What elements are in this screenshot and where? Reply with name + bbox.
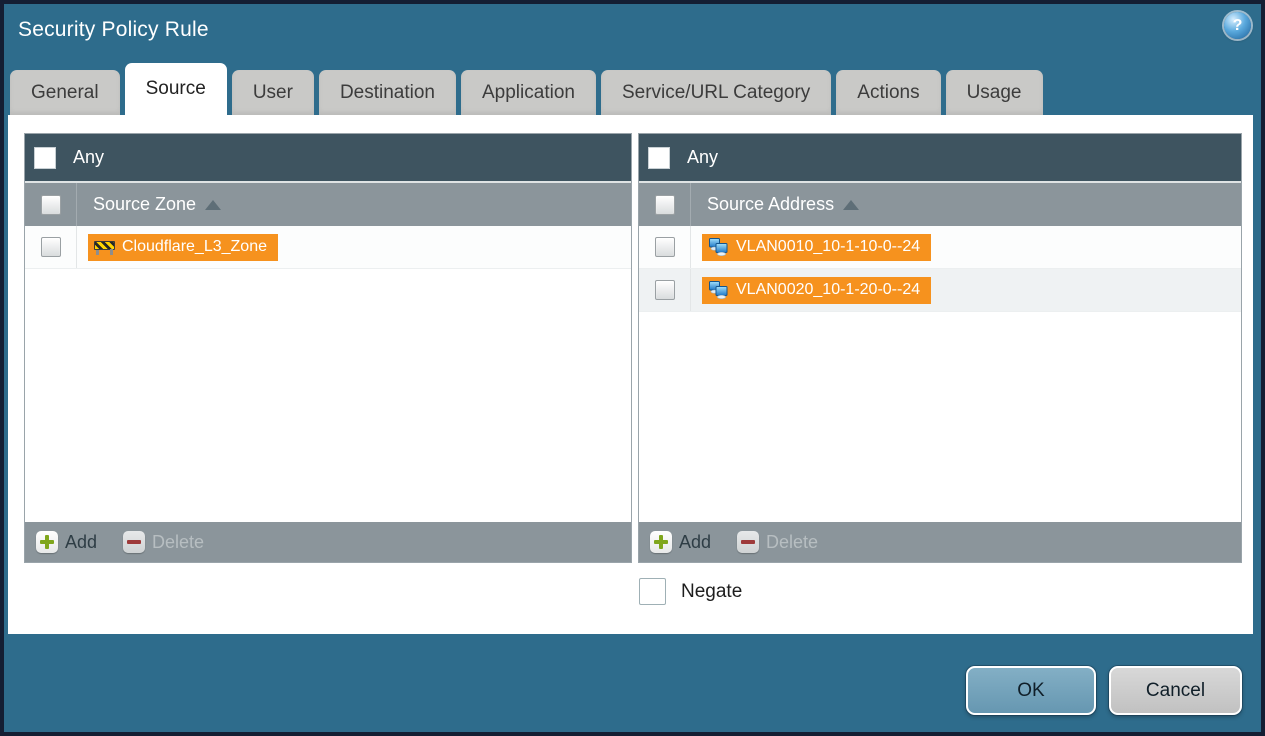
source-address-column-title[interactable]: Source Address bbox=[707, 194, 834, 215]
negate-label: Negate bbox=[681, 580, 743, 602]
source-zone-column-header: Source Zone bbox=[25, 181, 631, 226]
tab-actions[interactable]: Actions bbox=[836, 70, 941, 115]
negate-checkbox[interactable] bbox=[639, 578, 666, 605]
source-zone-add-button[interactable]: Add bbox=[36, 531, 97, 553]
ok-button[interactable]: OK bbox=[966, 666, 1096, 715]
source-zone-row: Cloudflare_L3_Zone bbox=[25, 226, 631, 269]
source-address-item-label: VLAN0020_10-1-20-0--24 bbox=[736, 281, 921, 298]
minus-icon bbox=[737, 531, 760, 553]
source-zone-item-label: Cloudflare_L3_Zone bbox=[122, 238, 267, 255]
source-address-select-all-checkbox[interactable] bbox=[654, 194, 675, 215]
security-policy-rule-dialog: Security Policy Rule ? General Source Us… bbox=[0, 0, 1265, 736]
source-zone-delete-button[interactable]: Delete bbox=[123, 531, 204, 553]
tab-service-url-category[interactable]: Service/URL Category bbox=[600, 70, 832, 115]
source-address-item[interactable]: VLAN0010_10-1-10-0--24 bbox=[702, 233, 932, 261]
dialog-window: Security Policy Rule ? General Source Us… bbox=[4, 4, 1261, 732]
source-zone-footer: Add Delete bbox=[25, 522, 631, 562]
source-address-delete-button[interactable]: Delete bbox=[737, 531, 818, 553]
source-address-row: VLAN0020_10-1-20-0--24 bbox=[639, 269, 1241, 312]
source-tab-content: Any Source Zone Cloudflare_L3_Zone Add D… bbox=[8, 115, 1253, 634]
source-zone-panel: Any Source Zone Cloudflare_L3_Zone Add D… bbox=[24, 133, 632, 563]
dialog-title: Security Policy Rule bbox=[18, 18, 209, 41]
tab-general[interactable]: General bbox=[10, 70, 120, 115]
source-address-footer: Add Delete bbox=[639, 522, 1241, 562]
source-zone-column-title[interactable]: Source Zone bbox=[93, 194, 196, 215]
source-address-panel: Any Source Address VLAN0010_10-1-10-0--2… bbox=[638, 133, 1242, 563]
negate-row: Negate bbox=[639, 578, 742, 605]
source-zone-list: Cloudflare_L3_Zone bbox=[25, 226, 631, 522]
source-zone-row-checkbox[interactable] bbox=[40, 237, 61, 257]
source-address-column-header: Source Address bbox=[639, 181, 1241, 226]
tab-application[interactable]: Application bbox=[461, 70, 596, 115]
plus-icon bbox=[650, 531, 672, 553]
address-icon bbox=[709, 281, 728, 299]
source-address-list: VLAN0010_10-1-10-0--24 VLAN0020_10-1-20-… bbox=[639, 226, 1241, 522]
source-address-any-checkbox[interactable] bbox=[648, 146, 670, 169]
cancel-button[interactable]: Cancel bbox=[1109, 666, 1242, 715]
source-address-any-label: Any bbox=[687, 147, 719, 167]
source-zone-any-checkbox[interactable] bbox=[34, 146, 56, 169]
source-address-item[interactable]: VLAN0020_10-1-20-0--24 bbox=[702, 276, 932, 304]
source-address-add-button[interactable]: Add bbox=[650, 531, 711, 553]
tab-bar: General Source User Destination Applicat… bbox=[10, 63, 1043, 115]
address-icon bbox=[709, 238, 728, 256]
source-address-item-label: VLAN0010_10-1-10-0--24 bbox=[736, 238, 921, 255]
minus-icon bbox=[123, 531, 146, 553]
source-zone-select-all-checkbox[interactable] bbox=[40, 194, 61, 215]
source-address-row-checkbox[interactable] bbox=[654, 280, 675, 300]
help-icon[interactable]: ? bbox=[1224, 12, 1251, 39]
sort-ascending-icon[interactable] bbox=[205, 199, 222, 210]
tab-usage[interactable]: Usage bbox=[945, 70, 1043, 115]
tab-destination[interactable]: Destination bbox=[318, 70, 456, 115]
source-address-row-checkbox[interactable] bbox=[654, 237, 675, 257]
zone-icon bbox=[94, 240, 115, 255]
source-zone-item[interactable]: Cloudflare_L3_Zone bbox=[88, 233, 278, 261]
source-address-any-header: Any bbox=[639, 134, 1241, 181]
source-address-row: VLAN0010_10-1-10-0--24 bbox=[639, 226, 1241, 269]
tab-source[interactable]: Source bbox=[124, 63, 227, 115]
source-zone-any-label: Any bbox=[73, 147, 105, 167]
plus-icon bbox=[36, 531, 58, 553]
tab-user[interactable]: User bbox=[231, 70, 314, 115]
source-zone-any-header: Any bbox=[25, 134, 631, 181]
sort-ascending-icon[interactable] bbox=[843, 199, 860, 210]
